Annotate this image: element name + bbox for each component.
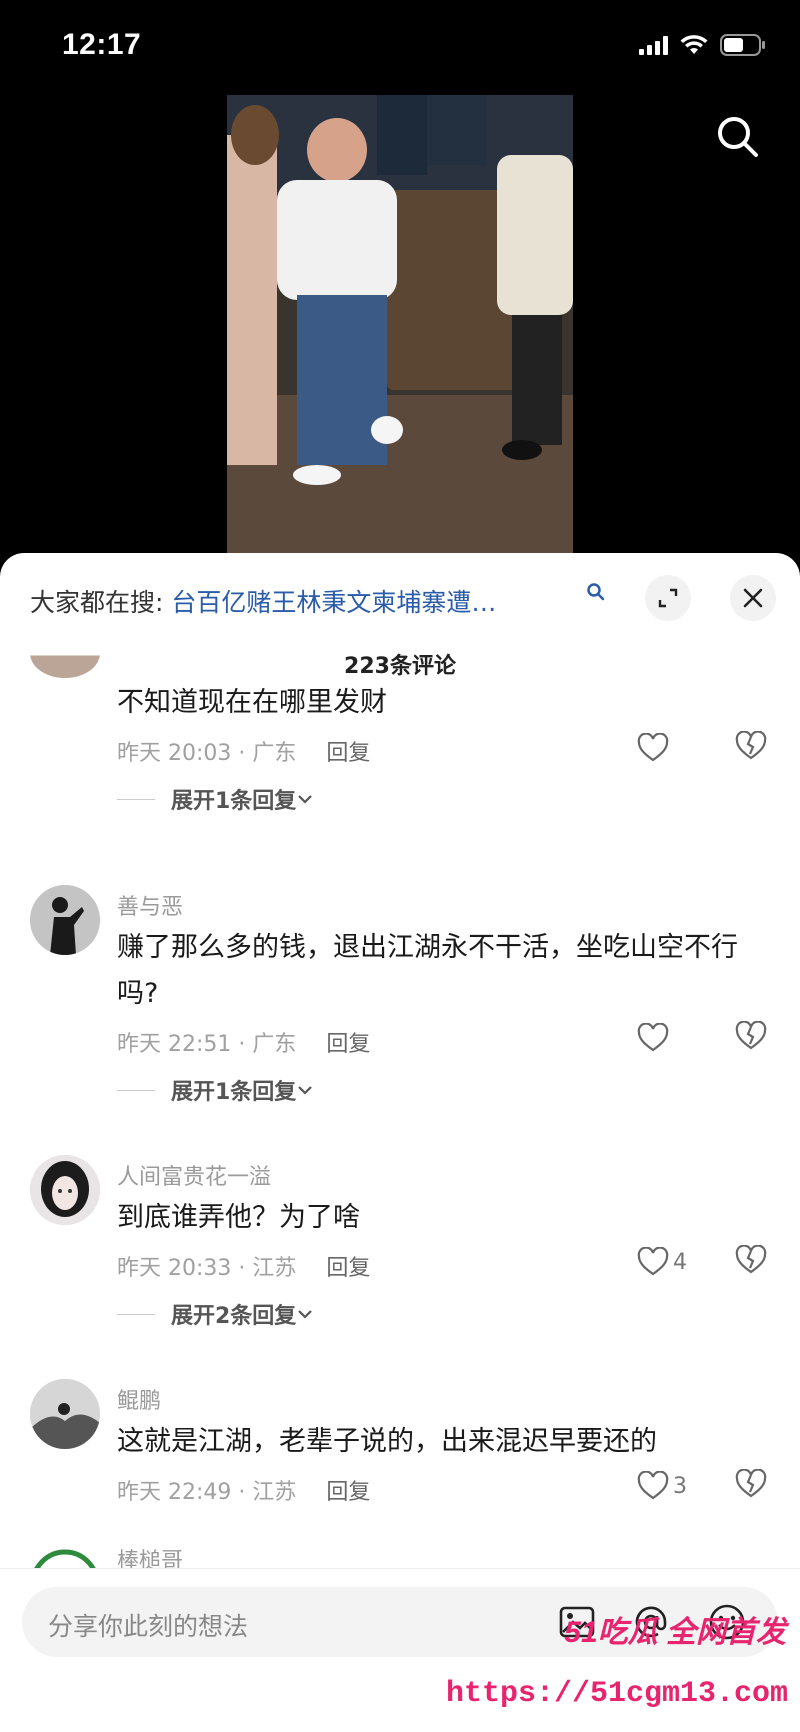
video-player[interactable] bbox=[227, 95, 573, 555]
hot-search-prefix: 大家都在搜: bbox=[30, 588, 164, 617]
video-area[interactable] bbox=[0, 95, 800, 555]
expand-sheet-button[interactable] bbox=[645, 575, 691, 621]
comment-sheet: 大家都在搜: 台百亿赌王林秉文柬埔寨遭… 223条评论 不知道现在在哪里发财 昨… bbox=[0, 553, 800, 1731]
heart-icon bbox=[637, 733, 669, 762]
comment-meta: 昨天 20:03 · 广东 回复 bbox=[117, 735, 370, 767]
comment-text: 不知道现在在哪里发财 bbox=[117, 687, 387, 718]
like-button[interactable]: 3 bbox=[637, 1469, 687, 1503]
like-button[interactable] bbox=[637, 1021, 673, 1055]
status-bar: 12:17 bbox=[0, 0, 800, 95]
hot-search-query[interactable]: 台百亿赌王林秉文柬埔寨遭… bbox=[171, 588, 496, 617]
status-time: 12:17 bbox=[62, 28, 142, 61]
search-icon bbox=[718, 117, 758, 157]
battery-icon bbox=[720, 34, 765, 56]
comment-meta: 昨天 22:49 · 江苏 回复 bbox=[117, 1474, 370, 1506]
dislike-button[interactable] bbox=[735, 730, 767, 765]
heart-icon bbox=[637, 1023, 669, 1052]
like-count: 3 bbox=[673, 1473, 687, 1499]
dislike-button[interactable] bbox=[735, 1020, 767, 1055]
comment-username[interactable]: 善与恶 bbox=[117, 889, 183, 921]
watermark: 51吃瓜 全网首发 https://51cgm13.com bbox=[446, 1597, 794, 1731]
comment-count: 223条评论 bbox=[344, 654, 456, 679]
dislike-button[interactable] bbox=[735, 1244, 767, 1279]
expand-replies-label: 展开1条回复 bbox=[171, 789, 297, 814]
comment-time-location: 昨天 22:51 · 广东 bbox=[117, 1032, 297, 1057]
avatar[interactable] bbox=[30, 885, 100, 955]
heart-icon bbox=[637, 1247, 669, 1276]
watermark-url: https://51cgm13.com bbox=[445, 1677, 788, 1711]
chevron-down-icon bbox=[298, 1086, 313, 1095]
comment-time-location: 昨天 20:03 · 广东 bbox=[117, 741, 297, 766]
broken-heart-icon bbox=[735, 730, 767, 760]
watermark-brand: 51吃瓜 全网首发 bbox=[564, 1616, 786, 1649]
reply-button[interactable]: 回复 bbox=[326, 1480, 370, 1505]
broken-heart-icon bbox=[735, 1244, 767, 1274]
like-count: 4 bbox=[673, 1249, 687, 1275]
broken-heart-icon bbox=[735, 1468, 767, 1498]
comment-text: 到底谁弄他？为了啥 bbox=[117, 1202, 360, 1233]
video-frame-image bbox=[227, 95, 573, 555]
expand-replies-label: 展开1条回复 bbox=[171, 1080, 297, 1105]
reply-button[interactable]: 回复 bbox=[326, 1256, 370, 1281]
heart-icon bbox=[637, 1471, 669, 1500]
close-icon bbox=[743, 588, 763, 608]
expand-replies-label: 展开2条回复 bbox=[171, 1304, 297, 1329]
comment-time-location: 昨天 20:33 · 江苏 bbox=[117, 1256, 297, 1281]
signal-icon bbox=[639, 35, 668, 55]
status-icons bbox=[639, 34, 766, 56]
broken-heart-icon bbox=[735, 1020, 767, 1050]
hot-search-bar[interactable]: 大家都在搜: 台百亿赌王林秉文柬埔寨遭… bbox=[30, 583, 496, 619]
comment-username[interactable]: 人间富贵花一溢 bbox=[117, 1159, 271, 1191]
comment-meta: 昨天 22:51 · 广东 回复 bbox=[117, 1026, 370, 1058]
reply-button[interactable]: 回复 bbox=[326, 741, 370, 766]
comment-username[interactable]: 鲲鹏 bbox=[117, 1383, 161, 1415]
dislike-button[interactable] bbox=[735, 1468, 767, 1503]
search-button[interactable] bbox=[714, 113, 760, 159]
expand-icon bbox=[658, 588, 678, 608]
comment-meta: 昨天 20:33 · 江苏 回复 bbox=[117, 1250, 370, 1282]
comment-text: 赚了那么多的钱，退出江湖永不干活，坐吃山空不行吗? bbox=[117, 932, 738, 1009]
expand-replies-button[interactable]: 展开2条回复 bbox=[117, 1298, 314, 1330]
expand-replies-button[interactable]: 展开1条回复 bbox=[117, 1074, 314, 1106]
chevron-down-icon bbox=[298, 795, 313, 804]
hot-search-icon[interactable] bbox=[586, 582, 606, 602]
wifi-icon bbox=[680, 35, 708, 54]
chevron-down-icon bbox=[298, 1310, 313, 1319]
expand-replies-button[interactable]: 展开1条回复 bbox=[117, 783, 314, 815]
reply-button[interactable]: 回复 bbox=[326, 1032, 370, 1057]
like-button[interactable]: 4 bbox=[637, 1245, 687, 1279]
like-button[interactable] bbox=[637, 731, 673, 765]
avatar[interactable] bbox=[30, 1155, 100, 1225]
close-sheet-button[interactable] bbox=[730, 575, 776, 621]
avatar[interactable] bbox=[30, 1379, 100, 1449]
comment-time-location: 昨天 22:49 · 江苏 bbox=[117, 1480, 297, 1505]
comment-text: 这就是江湖，老辈子说的，出来混迟早要还的 bbox=[117, 1426, 657, 1457]
comment-input-placeholder: 分享你此刻的想法 bbox=[48, 1612, 249, 1641]
